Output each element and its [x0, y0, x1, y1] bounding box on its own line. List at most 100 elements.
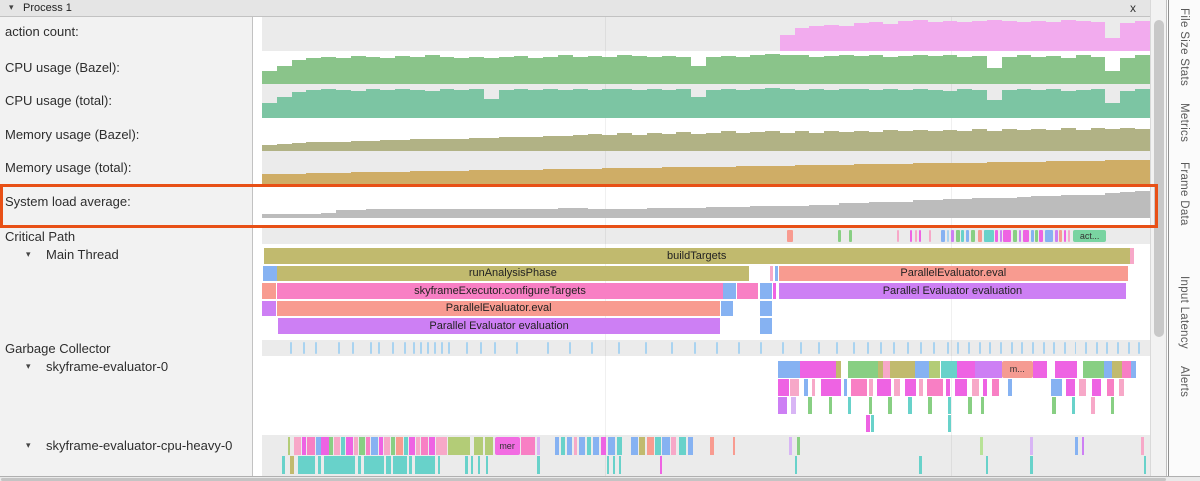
trace-slice[interactable] [415, 456, 435, 474]
trace-slice[interactable] [282, 456, 284, 474]
trace-slice[interactable] [601, 437, 605, 455]
trace-slice[interactable] [1079, 379, 1086, 396]
trace-slice[interactable] [485, 437, 493, 455]
trace-slice[interactable] [694, 342, 696, 354]
trace-slice[interactable] [890, 361, 915, 378]
trace-slice[interactable] [818, 342, 820, 354]
trace-slice[interactable] [956, 230, 960, 242]
trace-slice[interactable] [521, 437, 535, 455]
trace-slice[interactable] [920, 342, 922, 354]
trace-slice-parallelevaluator-eval[interactable]: ParallelEvaluator.eval [779, 266, 1128, 282]
trace-slice[interactable] [607, 456, 610, 474]
counter-chart-system-load-average[interactable] [262, 188, 1150, 219]
trace-slice[interactable] [927, 379, 943, 396]
trace-slice[interactable] [404, 342, 406, 354]
trace-slice[interactable] [738, 342, 740, 354]
trace-slice[interactable] [352, 342, 354, 354]
trace-slice[interactable] [941, 361, 957, 378]
trace-slice[interactable] [789, 437, 792, 455]
trace-slice[interactable] [880, 342, 882, 354]
trace-slice[interactable] [547, 342, 549, 354]
trace-slice[interactable] [480, 342, 482, 354]
trace-slice[interactable] [358, 456, 362, 474]
counter-chart-cpu-usage-total[interactable] [262, 87, 1150, 118]
trace-slice[interactable] [302, 437, 306, 455]
trace-slice[interactable] [619, 456, 621, 474]
collapse-icon[interactable]: ▾ [26, 440, 31, 451]
close-icon[interactable]: x [1130, 1, 1136, 15]
trace-slice-runanalysisphase[interactable]: runAnalysisPhase [277, 266, 749, 282]
counter-chart-memory-usage-bazel[interactable] [262, 121, 1150, 152]
trace-slice[interactable] [516, 342, 518, 354]
trace-slice[interactable] [434, 342, 436, 354]
trace-slice[interactable] [465, 456, 467, 474]
trace-slice[interactable] [760, 318, 772, 334]
trace-slice[interactable] [888, 397, 892, 414]
trace-slice[interactable] [955, 379, 967, 396]
trace-slice[interactable] [948, 397, 951, 414]
trace-slice[interactable] [946, 379, 950, 396]
trace-slice[interactable] [836, 342, 838, 354]
trace-slice[interactable] [947, 342, 949, 354]
trace-slice[interactable] [307, 437, 315, 455]
trace-slice[interactable] [836, 361, 841, 378]
trace-slice[interactable] [1032, 342, 1034, 354]
trace-slice[interactable] [421, 437, 428, 455]
trace-slice[interactable] [910, 230, 912, 242]
trace-slice[interactable] [318, 456, 321, 474]
trace-slice[interactable] [869, 379, 873, 396]
trace-slice[interactable] [844, 379, 848, 396]
trace-slice[interactable] [986, 456, 989, 474]
trace-slice[interactable] [983, 379, 987, 396]
chart-track[interactable]: buildTargetsrunAnalysisPhaseParallelEval… [262, 244, 1150, 340]
trace-slice[interactable] [929, 361, 941, 378]
trace-slice[interactable] [1011, 342, 1013, 354]
trace-slice[interactable] [797, 437, 800, 455]
trace-slice[interactable] [379, 437, 383, 455]
chart-track[interactable] [262, 340, 1150, 356]
trace-slice[interactable] [915, 361, 929, 378]
trace-slice[interactable] [1008, 379, 1012, 396]
trace-slice[interactable] [371, 437, 378, 455]
trace-slice[interactable] [1122, 361, 1132, 378]
trace-slice[interactable] [915, 230, 917, 242]
trace-slice[interactable] [321, 437, 328, 455]
trace-slice[interactable] [639, 437, 644, 455]
trace-slice[interactable] [883, 361, 890, 378]
trace-slice[interactable] [853, 342, 855, 354]
trace-slice[interactable] [804, 379, 808, 396]
trace-slice-skyframeexecutor-configuretargets[interactable]: skyframeExecutor.configureTargets [277, 283, 723, 299]
trace-slice[interactable] [905, 379, 916, 396]
trace-slice[interactable] [262, 283, 276, 299]
collapse-icon[interactable]: ▾ [9, 2, 14, 13]
trace-slice[interactable] [391, 437, 395, 455]
trace-slice[interactable] [919, 379, 923, 396]
trace-slice[interactable] [1075, 437, 1078, 455]
trace-slice[interactable] [897, 230, 899, 242]
trace-slice[interactable] [1112, 361, 1122, 378]
trace-slice[interactable] [951, 230, 954, 242]
trace-slice[interactable] [647, 437, 654, 455]
vertical-scrollbar[interactable] [1150, 0, 1167, 476]
trace-slice[interactable] [346, 437, 353, 455]
trace-slice[interactable] [867, 342, 869, 354]
trace-slice[interactable] [359, 437, 365, 455]
trace-slice[interactable] [370, 342, 372, 354]
trace-slice[interactable] [441, 342, 443, 354]
trace-slice[interactable] [338, 342, 340, 354]
trace-slice[interactable] [631, 437, 638, 455]
trace-slice[interactable] [671, 437, 675, 455]
trace-slice[interactable] [760, 301, 772, 317]
trace-slice[interactable] [263, 266, 277, 282]
chart-track[interactable]: act... [262, 228, 1150, 244]
trace-slice[interactable] [1104, 361, 1112, 378]
trace-slice[interactable] [537, 437, 540, 455]
trace-slice-parallelevaluator-eval[interactable]: ParallelEvaluator.eval [277, 301, 720, 317]
trace-slice-mer[interactable]: mer [495, 437, 520, 455]
tab-file-size-stats[interactable]: File Size Stats [1178, 8, 1190, 86]
trace-slice[interactable] [494, 342, 496, 354]
trace-slice[interactable] [795, 456, 798, 474]
trace-slice[interactable] [1066, 379, 1075, 396]
trace-slice[interactable] [1013, 230, 1017, 242]
trace-slice[interactable] [537, 456, 540, 474]
